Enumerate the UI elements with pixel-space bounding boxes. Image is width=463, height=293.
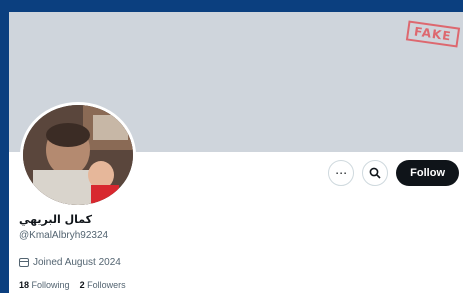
ellipsis-icon: ⋯ xyxy=(335,166,348,180)
following-link[interactable]: 18 Following xyxy=(19,280,70,290)
joined-date: Joined August 2024 xyxy=(19,257,121,268)
more-button[interactable]: ⋯ xyxy=(328,160,355,186)
display-name: كمال البريهي xyxy=(19,213,93,226)
calendar-icon xyxy=(19,258,29,267)
user-handle: @KmalAlbryh92324 xyxy=(19,230,109,241)
joined-text: Joined August 2024 xyxy=(33,257,121,268)
following-count: 18 xyxy=(19,280,30,290)
fake-stamp: FAKE xyxy=(405,20,460,48)
follow-button[interactable]: Follow xyxy=(396,160,459,186)
search-icon xyxy=(369,167,381,179)
following-label: Following xyxy=(31,280,70,290)
followers-label: Followers xyxy=(87,280,126,290)
profile-frame: FAKE ⋯ Follow كمال البريهي @KmalAlbryh92… xyxy=(9,12,463,293)
avatar-photo xyxy=(23,105,133,205)
follow-stats: 18 Following 2 Followers xyxy=(19,280,126,290)
search-button[interactable] xyxy=(362,160,389,186)
profile-actions: ⋯ Follow xyxy=(328,160,459,186)
avatar[interactable] xyxy=(20,102,136,208)
followers-count: 2 xyxy=(79,280,85,290)
followers-link[interactable]: 2 Followers xyxy=(80,280,126,290)
